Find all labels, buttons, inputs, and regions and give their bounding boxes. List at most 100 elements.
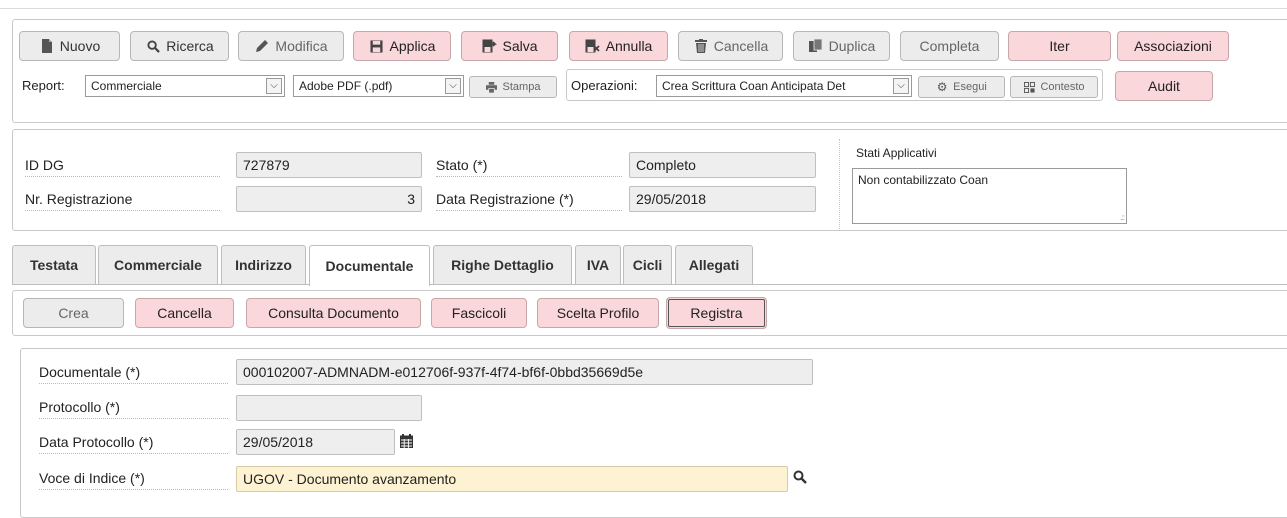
scelta-profilo-label: Scelta Profilo: [556, 305, 640, 321]
tab-righe-dettaglio[interactable]: Righe Dettaglio: [433, 245, 572, 284]
annulla-label: Annulla: [605, 38, 653, 54]
print-icon: [486, 81, 498, 93]
id-dg-field[interactable]: 727879: [236, 152, 422, 178]
tab-allegati[interactable]: Allegati: [675, 245, 753, 284]
nuovo-label: Nuovo: [59, 38, 101, 54]
salva-label: Salva: [502, 38, 538, 54]
protocollo-label: Protocollo (*): [39, 397, 228, 419]
iter-button[interactable]: Iter: [1008, 31, 1111, 61]
registra-button[interactable]: Registra: [666, 297, 767, 329]
documentale-field[interactable]: 000102007-ADMNADM-e012706f-937f-4f74-bf6…: [236, 359, 813, 385]
modifica-button[interactable]: Modifica: [238, 31, 344, 61]
data-protocollo-label: Data Protocollo (*): [39, 432, 228, 454]
tab-cicli[interactable]: Cicli: [623, 245, 672, 284]
save-icon: [369, 38, 385, 54]
operazioni-label: Operazioni:: [571, 78, 638, 93]
copy-icon: [808, 38, 824, 54]
esegui-label: Esegui: [953, 81, 987, 93]
registra-label: Registra: [690, 305, 743, 321]
associazioni-button[interactable]: Associazioni: [1117, 31, 1229, 61]
stati-applicativi-textarea[interactable]: Non contabilizzato Coan .::: [852, 168, 1127, 224]
chevron-down-icon: ⌵: [266, 78, 282, 94]
duplica-label: Duplica: [828, 38, 876, 54]
documentale-label: Documentale (*): [39, 362, 228, 384]
consulta-documento-label: Consulta Documento: [268, 305, 399, 321]
search-icon[interactable]: [793, 470, 809, 486]
tab-label: Allegati: [688, 257, 740, 273]
context-icon: [1023, 81, 1035, 93]
stato-label: Stato (*): [436, 155, 622, 177]
pencil-icon: [254, 38, 270, 54]
tab-documentale[interactable]: Documentale: [309, 245, 430, 286]
operazioni-select[interactable]: Crea Scrittura Coan Anticipata Det ⌵: [656, 75, 912, 97]
tab-iva[interactable]: IVA: [575, 245, 621, 284]
chevron-down-icon: ⌵: [445, 78, 461, 94]
completa-button[interactable]: Completa: [900, 31, 999, 61]
salva-button[interactable]: Salva: [461, 31, 558, 61]
voce-indice-field[interactable]: UGOV - Documento avanzamento: [236, 466, 788, 492]
contesto-button[interactable]: Contesto: [1010, 76, 1098, 98]
duplica-button[interactable]: Duplica: [793, 31, 890, 61]
tab-label: Documentale: [325, 258, 414, 274]
report-select-value: Commerciale: [91, 79, 162, 93]
stato-field[interactable]: Completo: [629, 152, 816, 178]
applica-label: Applica: [389, 38, 436, 54]
crea-label: Crea: [58, 305, 89, 321]
annulla-button[interactable]: Annulla: [569, 31, 668, 61]
tab-indirizzo[interactable]: Indirizzo: [221, 245, 306, 284]
contesto-label: Contesto: [1040, 81, 1085, 93]
header-separator: [839, 139, 840, 231]
audit-button[interactable]: Audit: [1115, 71, 1213, 101]
tab-label: Righe Dettaglio: [451, 257, 554, 273]
tab-commerciale[interactable]: Commerciale: [98, 245, 218, 284]
tab-label: Testata: [30, 257, 78, 273]
tab-label: Indirizzo: [235, 257, 292, 273]
scelta-profilo-button[interactable]: Scelta Profilo: [537, 298, 659, 328]
tab-testata[interactable]: Testata: [12, 245, 96, 284]
top-divider: [0, 8, 1287, 9]
file-icon: [39, 38, 55, 54]
tab-baseline: [12, 284, 1287, 285]
stati-applicativi-title: Stati Applicativi: [856, 146, 937, 160]
resize-grip-icon[interactable]: .::: [1120, 213, 1125, 222]
esegui-button[interactable]: ⚙ Esegui: [918, 76, 1005, 98]
cancella-documento-button[interactable]: Cancella: [135, 298, 234, 328]
consulta-documento-button[interactable]: Consulta Documento: [246, 298, 421, 328]
audit-label: Audit: [1148, 78, 1180, 94]
cancella-label: Cancella: [713, 38, 769, 54]
tab-label: Commerciale: [114, 257, 202, 273]
nr-registrazione-field[interactable]: 3: [236, 186, 422, 212]
report-select[interactable]: Commerciale ⌵: [85, 75, 285, 97]
search-icon: [145, 38, 161, 54]
applica-button[interactable]: Applica: [353, 31, 451, 61]
data-registrazione-label: Data Registrazione (*): [436, 189, 622, 211]
fascicoli-button[interactable]: Fascicoli: [431, 298, 527, 328]
completa-label: Completa: [919, 38, 980, 54]
modifica-label: Modifica: [275, 38, 328, 54]
protocollo-field[interactable]: [236, 395, 422, 421]
operazioni-select-value: Crea Scrittura Coan Anticipata Det: [662, 79, 846, 93]
associazioni-label: Associazioni: [1134, 38, 1212, 54]
report-label: Report:: [22, 78, 65, 93]
format-select-value: Adobe PDF (.pdf): [299, 79, 393, 93]
stampa-button[interactable]: Stampa: [469, 76, 557, 98]
nr-registrazione-label: Nr. Registrazione: [25, 189, 220, 211]
cancella-documento-label: Cancella: [157, 305, 212, 321]
crea-button[interactable]: Crea: [23, 298, 124, 328]
data-protocollo-field[interactable]: 29/05/2018: [236, 429, 395, 455]
voce-indice-label: Voce di Indice (*): [39, 468, 228, 490]
fascicoli-label: Fascicoli: [451, 305, 507, 321]
id-dg-label: ID DG: [25, 155, 220, 177]
stati-applicativi-value: Non contabilizzato Coan: [858, 173, 989, 187]
cancella-button[interactable]: Cancella: [678, 31, 783, 61]
cancel-icon: [585, 38, 601, 54]
nuovo-button[interactable]: Nuovo: [19, 31, 120, 61]
chevron-down-icon: ⌵: [893, 78, 909, 94]
tab-label: Cicli: [632, 257, 663, 273]
calendar-icon[interactable]: [400, 434, 414, 448]
ricerca-button[interactable]: Ricerca: [130, 31, 229, 61]
data-registrazione-field[interactable]: 29/05/2018: [629, 186, 816, 212]
tab-label: IVA: [586, 257, 610, 273]
format-select[interactable]: Adobe PDF (.pdf) ⌵: [293, 75, 464, 97]
stampa-label: Stampa: [502, 81, 541, 93]
